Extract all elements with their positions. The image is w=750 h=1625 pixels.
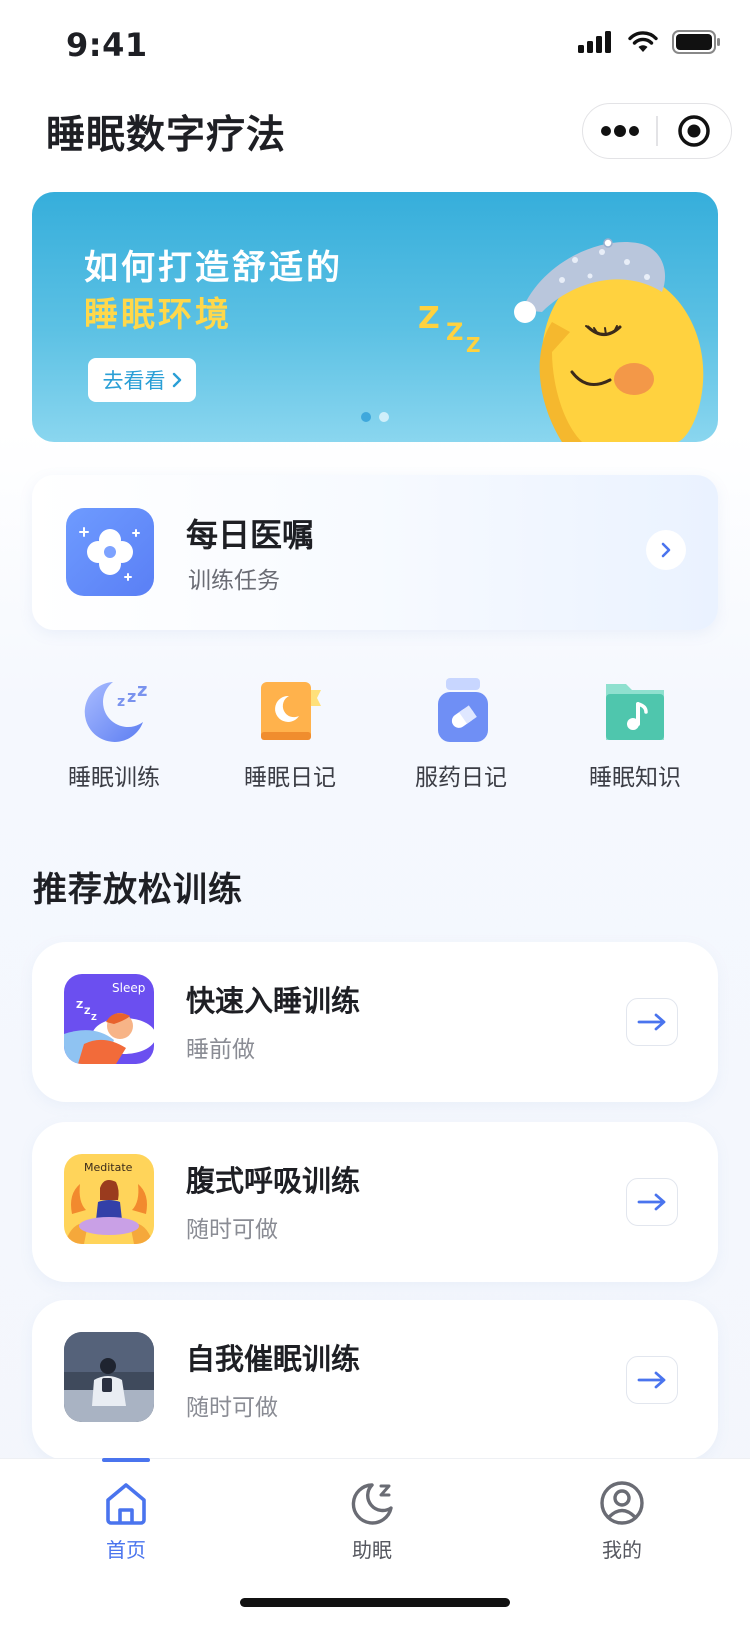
status-time: 9:41	[66, 26, 148, 64]
more-button[interactable]	[583, 104, 656, 158]
quick-label: 睡眠训练	[68, 765, 160, 791]
status-icons	[578, 30, 720, 54]
quick-sleep-diary[interactable]: 睡眠日记	[215, 676, 365, 792]
svg-text:Z: Z	[446, 318, 463, 346]
target-icon	[678, 115, 711, 147]
arrow-right-icon	[637, 1371, 666, 1389]
quick-sleep-training[interactable]: z z z 睡眠训练	[39, 676, 189, 792]
daily-order-arrow[interactable]	[646, 530, 686, 570]
banner-button-label: 去看看	[102, 369, 166, 393]
training-start-button[interactable]	[626, 998, 678, 1046]
quick-medication-diary[interactable]: 服药日记	[386, 676, 536, 792]
banner-pagination	[361, 412, 389, 422]
training-title: 自我催眠训练	[186, 1342, 361, 1376]
svg-text:z: z	[127, 687, 136, 706]
banner-headline-line1: 如何打造舒适的	[84, 248, 343, 288]
mini-program-capsule	[582, 103, 732, 159]
home-icon	[106, 1483, 146, 1525]
pagination-dot[interactable]	[379, 412, 389, 422]
quick-label: 睡眠知识	[589, 765, 681, 791]
arrow-right-icon	[637, 1013, 666, 1031]
svg-text:Sleep: Sleep	[112, 981, 145, 995]
tab-label: 助眠	[352, 1538, 392, 1562]
svg-text:Z: Z	[84, 1007, 91, 1017]
tab-label: 我的	[602, 1538, 642, 1562]
sleeping-moon-illustration: Z Z Z	[418, 238, 704, 442]
wifi-icon	[628, 31, 658, 52]
meditate-thumbnail: Meditate	[64, 1154, 154, 1244]
training-subtitle: 随时可做	[186, 1395, 278, 1421]
svg-text:z: z	[117, 694, 125, 710]
battery-icon	[672, 30, 720, 54]
daily-order-subtitle: 训练任务	[188, 568, 280, 594]
tab-profile[interactable]: 我的	[562, 1480, 682, 1563]
signal-icon	[578, 31, 611, 53]
moon-zzz-icon: z z z	[79, 676, 149, 746]
sleep-thumbnail: Sleep Z Z Z	[64, 974, 154, 1064]
training-subtitle: 睡前做	[186, 1037, 255, 1063]
pagination-dot-active[interactable]	[361, 412, 371, 422]
training-title: 快速入睡训练	[186, 984, 361, 1018]
svg-text:Z: Z	[76, 1000, 83, 1011]
quick-sleep-knowledge[interactable]: 睡眠知识	[560, 676, 710, 792]
banner-headline-line2: 睡眠环境	[84, 295, 232, 335]
tab-home[interactable]: 首页	[66, 1480, 186, 1563]
pill-bottle-icon	[426, 676, 496, 746]
section-title: 推荐放松训练	[33, 870, 243, 910]
svg-text:Z: Z	[466, 333, 481, 357]
tab-label: 首页	[106, 1538, 146, 1562]
diary-book-icon	[255, 676, 325, 746]
training-start-button[interactable]	[626, 1178, 678, 1226]
training-title: 腹式呼吸训练	[186, 1164, 361, 1198]
close-miniprogram-button[interactable]	[658, 104, 731, 158]
user-icon	[600, 1481, 644, 1525]
hypnosis-thumbnail	[64, 1332, 154, 1422]
svg-text:Meditate: Meditate	[84, 1161, 133, 1174]
music-folder-icon	[600, 676, 670, 746]
moon-icon	[351, 1483, 393, 1525]
svg-text:Z: Z	[418, 301, 440, 336]
chevron-right-icon	[661, 542, 671, 558]
banner-view-button[interactable]: 去看看	[88, 358, 196, 402]
training-start-button[interactable]	[626, 1356, 678, 1404]
quick-label: 服药日记	[415, 765, 507, 791]
more-dots-icon	[600, 125, 639, 137]
active-tab-indicator	[102, 1458, 150, 1462]
home-indicator	[240, 1598, 510, 1607]
quick-label: 睡眠日记	[244, 765, 336, 791]
clover-icon	[66, 508, 154, 596]
daily-order-title: 每日医嘱	[186, 516, 315, 554]
training-subtitle: 随时可做	[186, 1217, 278, 1243]
page-title: 睡眠数字疗法	[46, 113, 287, 158]
arrow-right-icon	[637, 1193, 666, 1211]
tab-sleep-aid[interactable]: 助眠	[312, 1480, 432, 1563]
svg-text:z: z	[137, 680, 147, 701]
svg-text:Z: Z	[91, 1013, 97, 1022]
chevron-right-icon	[172, 372, 181, 388]
